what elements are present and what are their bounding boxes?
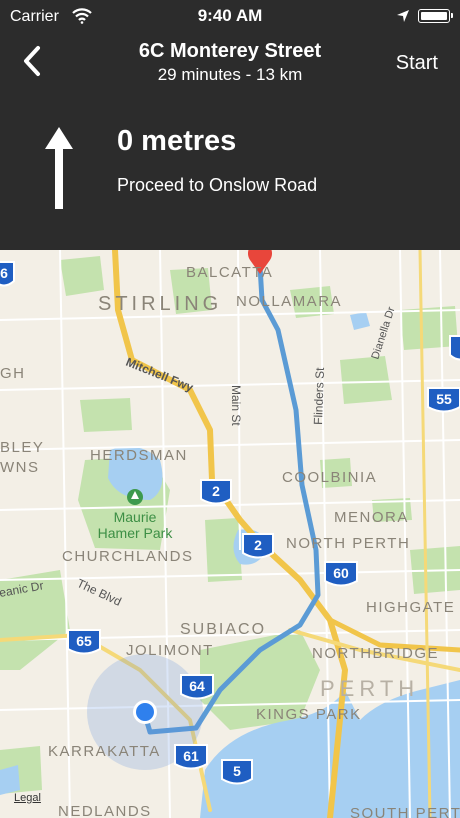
suburb-label: KARRAKATTA xyxy=(48,743,161,760)
route-shield: 5 xyxy=(221,759,253,785)
suburb-label: HIGHGATE xyxy=(366,599,455,616)
straight-arrow-icon xyxy=(42,125,76,211)
route-shield: 55 xyxy=(427,387,460,413)
legal-link[interactable]: Legal xyxy=(14,792,41,804)
street-label: The Blvd xyxy=(75,576,124,609)
suburb-label: SUBIACO xyxy=(180,621,266,638)
destination-title: 6C Monterey Street xyxy=(138,40,322,62)
route-shield: 61 xyxy=(174,744,208,770)
shield-label: 64 xyxy=(189,678,205,694)
park-name: Maurie xyxy=(114,509,157,525)
suburb-label: NEDLANDS xyxy=(58,803,152,818)
suburb-label: STIRLING xyxy=(98,293,222,315)
suburb-label: NORTH PERTH xyxy=(286,535,410,552)
suburb-label: BALCATTA xyxy=(186,264,273,281)
park-name: Hamer Park xyxy=(98,525,174,541)
suburb-label: COOLBINIA xyxy=(282,469,377,486)
navigation-header: Carrier 9:40 AM 6C Monterey Street 29 mi… xyxy=(0,0,460,250)
suburb-label: HERDSMAN xyxy=(90,447,188,464)
maneuver-instruction: Proceed to Onslow Road xyxy=(117,175,318,195)
shield-label: 60 xyxy=(333,565,349,581)
shield-label: 55 xyxy=(436,391,452,407)
start-button[interactable]: Start xyxy=(396,52,438,75)
status-bar: Carrier 9:40 AM xyxy=(0,0,460,32)
street-label: Dianella Dr xyxy=(369,305,397,361)
route-shield xyxy=(449,335,460,361)
shield-label: 65 xyxy=(76,633,92,649)
trip-summary: 29 minutes - 13 km xyxy=(157,65,303,84)
route-shield: 64 xyxy=(180,674,214,700)
map-view[interactable]: 2 2 60 55 65 64 61 5 6 BALCATTA STIRLING… xyxy=(0,250,460,818)
shield-label: 5 xyxy=(233,763,241,779)
suburb-label: MENORA xyxy=(334,509,409,526)
suburb-label: SOUTH PERTH xyxy=(350,805,460,818)
suburb-label: JOLIMONT xyxy=(126,642,214,659)
suburb-label: BLEY xyxy=(0,439,44,456)
street-label: Main St xyxy=(229,385,243,426)
location-arrow-icon xyxy=(396,9,410,28)
nav-bar: 6C Monterey Street 29 minutes - 13 km St… xyxy=(0,36,460,86)
route-shield: 2 xyxy=(242,533,274,559)
shield-label: 61 xyxy=(183,748,199,764)
street-label: Flinders St xyxy=(311,367,327,425)
route-shield: 2 xyxy=(200,479,232,505)
shield-label: 6 xyxy=(0,265,8,281)
suburb-label: GH xyxy=(0,365,26,382)
street-label: Mitchell Fwy xyxy=(124,355,196,395)
suburb-label: NORTHBRIDGE xyxy=(312,645,439,662)
route-shield: 6 xyxy=(0,261,15,287)
route-shield: 65 xyxy=(67,629,101,655)
shield-label: 2 xyxy=(212,483,220,499)
suburb-label: WNS xyxy=(0,459,40,476)
suburb-label: PERTH xyxy=(320,676,419,701)
maneuver-distance: 0 metres xyxy=(117,125,237,157)
battery-icon xyxy=(418,9,453,23)
shield-label: 2 xyxy=(254,537,262,553)
route-shield: 60 xyxy=(324,561,358,587)
suburb-label: NOLLAMARA xyxy=(236,293,342,310)
suburb-label: KINGS PARK xyxy=(256,706,362,723)
status-time: 9:40 AM xyxy=(197,6,263,25)
suburb-label: CHURCHLANDS xyxy=(62,548,194,565)
